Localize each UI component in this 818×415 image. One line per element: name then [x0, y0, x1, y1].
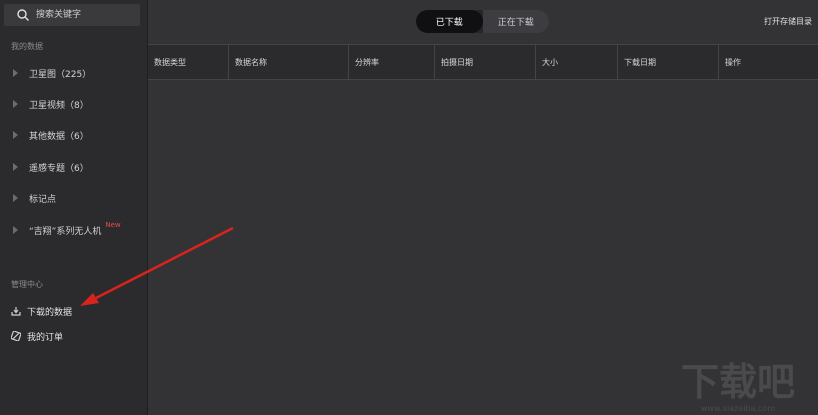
annotation-arrow	[80, 226, 234, 306]
watermark-url: www.xiazaiba.com	[701, 404, 775, 413]
watermark-logo: 下载吧 www.xiazaiba.com	[681, 360, 795, 413]
watermark-text: 下载吧	[681, 360, 795, 404]
